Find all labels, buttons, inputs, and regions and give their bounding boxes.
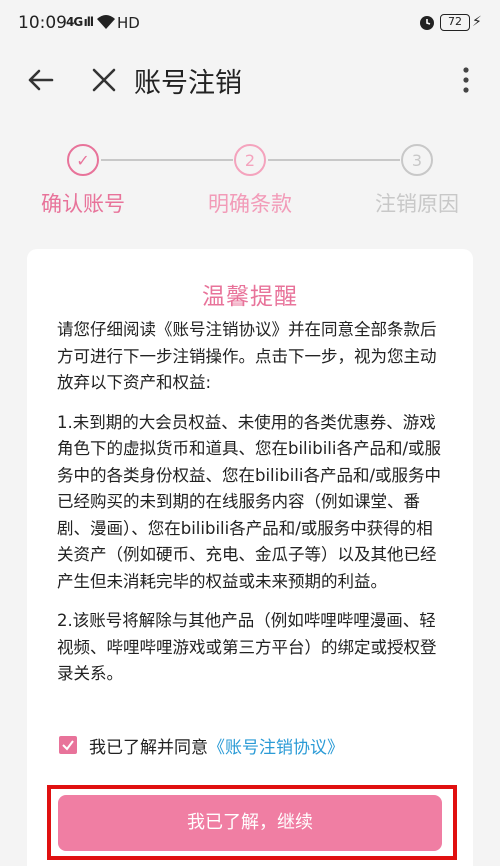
step-2-marker: 2 [234,144,266,176]
agree-label: 我已了解并同意 [89,737,208,758]
close-button[interactable] [88,64,120,96]
step-connector [101,159,233,161]
signal-icon: 4G ıll [66,15,94,29]
notice-paragraph: 请您仔细阅读《账号注销协议》并在同意全部条款后方可进行下一步注销操作。点击下一步… [57,320,437,392]
alarm-icon [418,13,436,35]
agreement-link[interactable]: 《账号注销协议》 [208,733,344,758]
agreement-row: 我已了解并同意 《账号注销协议》 [59,733,344,758]
step-3-marker: 3 [401,144,433,176]
back-button[interactable] [24,64,56,96]
agree-checkbox[interactable] [59,736,77,754]
checkmark-icon [62,740,74,751]
progress-stepper: ✓ 2 3 确认账号 明确条款 注销原因 [0,128,500,228]
wifi-icon [96,13,116,35]
toolbar: 账号注销 [0,48,500,112]
agreement-text-scroll[interactable]: 请您仔细阅读《账号注销协议》并在同意全部条款后方可进行下一步注销操作。点击下一步… [57,317,449,721]
hd-indicator: HD [117,14,140,32]
battery-icon: 72 [440,14,470,31]
notice-card: 温馨提醒 请您仔细阅读《账号注销协议》并在同意全部条款后方可进行下一步注销操作。… [27,249,473,866]
more-vertical-icon [463,67,469,93]
step-connector [268,159,400,161]
step-1-label: 确认账号 [41,192,125,216]
more-options-button[interactable] [452,64,480,96]
close-icon [92,68,116,92]
card-title: 温馨提醒 [202,284,298,310]
status-time: 10:09 [18,13,67,33]
status-bar: 10:09 4G ıll HD 72 ⚡ [0,0,500,48]
continue-button[interactable]: 我已了解，继续 [58,795,442,851]
step-2-label: 明确条款 [208,192,292,216]
step-1-check-icon: ✓ [67,144,99,176]
arrow-left-icon [28,69,54,91]
charging-icon: ⚡ [472,14,482,30]
notice-paragraph: 1.未到期的大会员权益、未使用的各类优惠券、游戏角色下的虚拟货币和道具、您在bi… [57,412,442,591]
notice-paragraph: 2.该账号将解除与其他产品（例如哔哩哔哩漫画、轻视频、哔哩哔哩游戏或第三方平台）… [57,611,437,683]
step-3-label: 注销原因 [375,192,459,216]
page-title: 账号注销 [134,68,242,99]
